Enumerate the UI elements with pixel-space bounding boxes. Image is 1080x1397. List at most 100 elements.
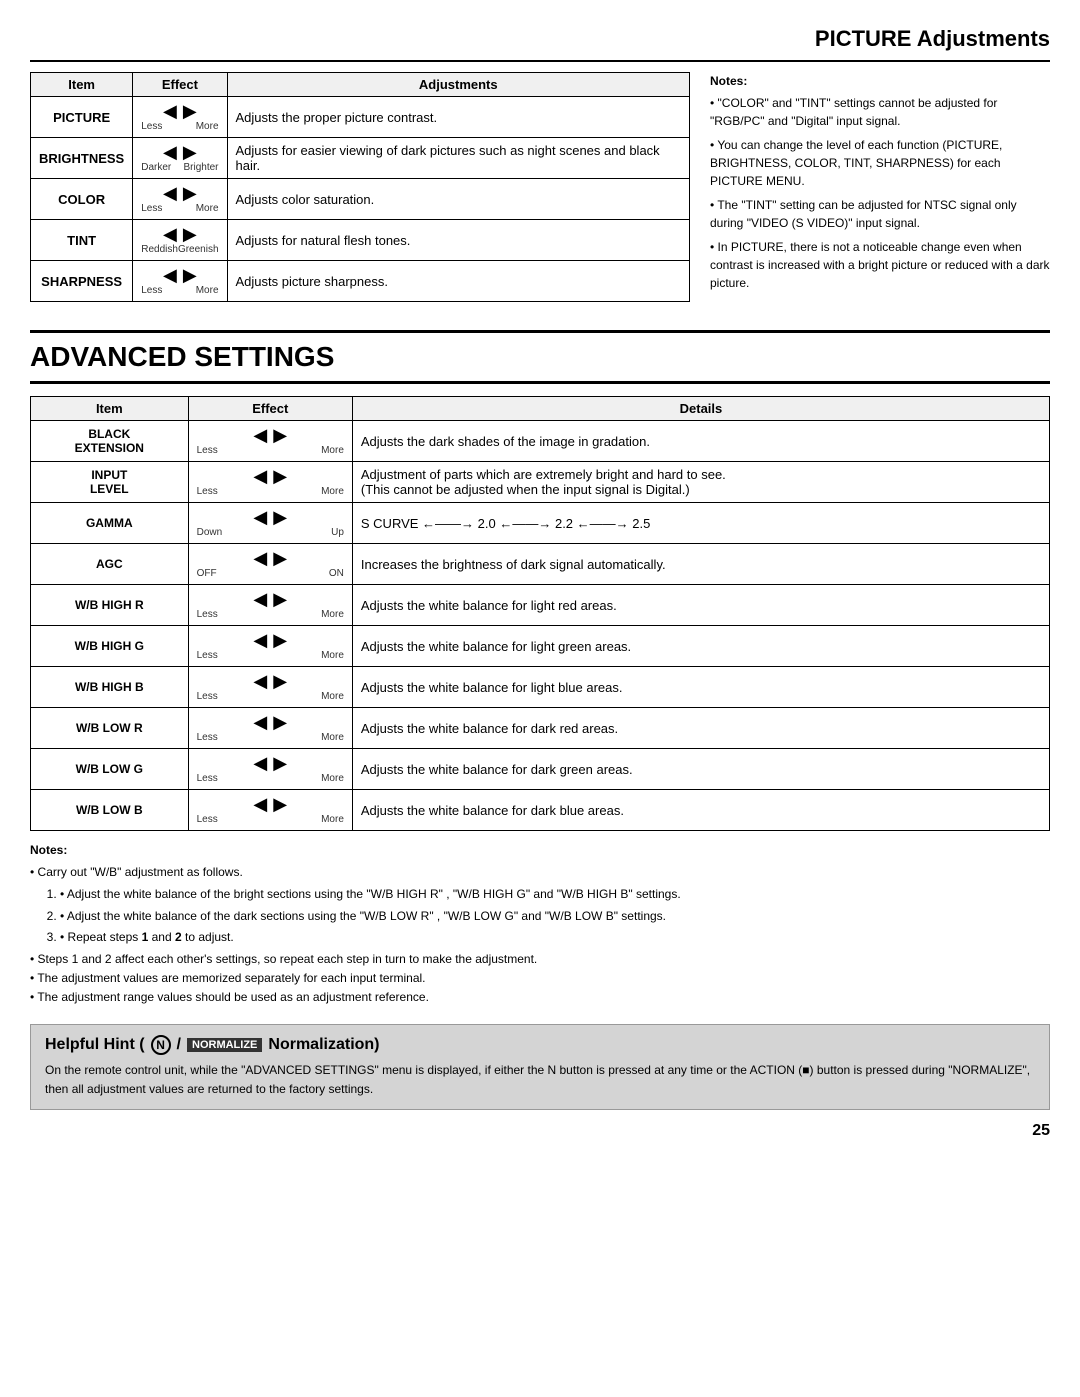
left-label: Less	[141, 203, 162, 214]
picture-note-item: The "TINT" setting can be adjusted for N…	[710, 196, 1050, 232]
picture-table-row: BRIGHTNESS◀▶DarkerBrighterAdjusts for ea…	[31, 138, 690, 179]
right-arrow-icon: ▶	[183, 266, 197, 284]
picture-notes: Notes: "COLOR" and "TINT" settings canno…	[710, 72, 1050, 298]
picture-item-cell: SHARPNESS	[31, 261, 133, 302]
picture-col-adjustments: Adjustments	[227, 73, 689, 97]
picture-item-cell: COLOR	[31, 179, 133, 220]
advanced-table-row: W/B LOW B◀▶LessMoreAdjusts the white bal…	[31, 790, 1050, 831]
right-label: More	[196, 121, 219, 132]
advanced-effect-cell: ◀▶LessMore	[188, 749, 352, 790]
advanced-table-row: W/B HIGH R◀▶LessMoreAdjusts the white ba…	[31, 585, 1050, 626]
advanced-notes-list: Carry out "W/B" adjustment as follows. A…	[30, 863, 1050, 1007]
hint-title-suffix: Normalization)	[268, 1036, 379, 1054]
left-arrow-icon: ◀	[163, 102, 177, 120]
picture-effect-cell: ◀▶LessMore	[133, 179, 227, 220]
advanced-table: Item Effect Details BLACKEXTENSION◀▶Less…	[30, 396, 1050, 831]
advanced-effect-cell: ◀▶LessMore	[188, 667, 352, 708]
right-label: Up	[331, 527, 344, 538]
advanced-notes-bullet1: Carry out "W/B" adjustment as follows. A…	[30, 863, 1050, 947]
right-label: More	[321, 445, 344, 456]
adv-col-effect: Effect	[188, 397, 352, 421]
helpful-hint-box: Helpful Hint ( N / NORMALIZE Normalizati…	[30, 1024, 1050, 1110]
advanced-item-cell: INPUTLEVEL	[31, 462, 189, 503]
picture-note-item: You can change the level of each functio…	[710, 136, 1050, 190]
advanced-notes-bullet2: Steps 1 and 2 affect each other's settin…	[30, 950, 1050, 969]
left-arrow-icon: ◀	[163, 184, 177, 202]
picture-section: PICTURE Adjustments Item Effect Adjustme…	[30, 20, 1050, 312]
advanced-details-cell: Adjusts the white balance for light blue…	[352, 667, 1049, 708]
picture-item-cell: TINT	[31, 220, 133, 261]
picture-table: Item Effect Adjustments PICTURE◀▶LessMor…	[30, 72, 690, 302]
hint-title: Helpful Hint ( N / NORMALIZE Normalizati…	[45, 1035, 1035, 1055]
picture-section-title: PICTURE Adjustments	[30, 20, 1050, 62]
picture-adjustment-cell: Adjusts color saturation.	[227, 179, 689, 220]
advanced-item-cell: W/B HIGH G	[31, 626, 189, 667]
right-arrow-icon: ▶	[183, 143, 197, 161]
right-arrow-icon: ▶	[183, 184, 197, 202]
advanced-effect-cell: ◀▶LessMore	[188, 585, 352, 626]
left-label: Less	[197, 609, 218, 620]
advanced-notes-steps: Adjust the white balance of the bright s…	[30, 885, 1050, 947]
advanced-table-row: AGC◀▶OFFONIncreases the brightness of da…	[31, 544, 1050, 585]
right-arrow-icon: ▶	[273, 590, 287, 608]
left-arrow-icon: ◀	[163, 266, 177, 284]
advanced-item-cell: W/B LOW R	[31, 708, 189, 749]
advanced-notes-bullet4: The adjustment range values should be us…	[30, 988, 1050, 1007]
right-arrow-icon: ▶	[273, 713, 287, 731]
right-label: More	[321, 732, 344, 743]
right-label: More	[321, 486, 344, 497]
right-label: Greenish	[178, 244, 219, 255]
left-arrow-icon: ◀	[253, 754, 267, 772]
advanced-item-cell: W/B LOW G	[31, 749, 189, 790]
left-label: Less	[197, 732, 218, 743]
picture-adjustment-cell: Adjusts the proper picture contrast.	[227, 97, 689, 138]
advanced-notes: Notes: Carry out "W/B" adjustment as fol…	[30, 841, 1050, 1008]
advanced-step-item: Adjust the white balance of the bright s…	[60, 885, 1050, 904]
hint-separator: /	[177, 1036, 181, 1054]
adv-col-item: Item	[31, 397, 189, 421]
left-label: Less	[197, 486, 218, 497]
picture-adjustment-cell: Adjusts for natural flesh tones.	[227, 220, 689, 261]
advanced-table-row: W/B LOW R◀▶LessMoreAdjusts the white bal…	[31, 708, 1050, 749]
left-label: Less	[197, 691, 218, 702]
advanced-details-cell: Adjusts the white balance for dark green…	[352, 749, 1049, 790]
picture-effect-cell: ◀▶LessMore	[133, 97, 227, 138]
picture-table-row: SHARPNESS◀▶LessMoreAdjusts picture sharp…	[31, 261, 690, 302]
advanced-details-cell: Adjusts the white balance for light gree…	[352, 626, 1049, 667]
advanced-step-item: Repeat steps 1 and 2 to adjust.	[60, 928, 1050, 947]
left-label: Less	[197, 773, 218, 784]
left-arrow-icon: ◀	[253, 795, 267, 813]
advanced-details-cell: S CURVE ←——→ 2.0 ←——→ 2.2 ←——→ 2.5	[352, 503, 1049, 544]
picture-table-row: PICTURE◀▶LessMoreAdjusts the proper pict…	[31, 97, 690, 138]
advanced-section: ADVANCED SETTINGS Item Effect Details BL…	[30, 330, 1050, 1008]
advanced-details-cell: Adjusts the white balance for dark blue …	[352, 790, 1049, 831]
picture-col-effect: Effect	[133, 73, 227, 97]
right-label: More	[321, 609, 344, 620]
advanced-effect-cell: ◀▶LessMore	[188, 708, 352, 749]
advanced-effect-cell: ◀▶LessMore	[188, 421, 352, 462]
right-arrow-icon: ▶	[273, 426, 287, 444]
left-label: Less	[141, 121, 162, 132]
picture-col-item: Item	[31, 73, 133, 97]
left-arrow-icon: ◀	[163, 143, 177, 161]
advanced-effect-cell: ◀▶OFFON	[188, 544, 352, 585]
normalize-badge: NORMALIZE	[187, 1038, 262, 1052]
advanced-table-row: W/B LOW G◀▶LessMoreAdjusts the white bal…	[31, 749, 1050, 790]
picture-effect-cell: ◀▶LessMore	[133, 261, 227, 302]
right-arrow-icon: ▶	[273, 754, 287, 772]
left-arrow-icon: ◀	[253, 631, 267, 649]
advanced-table-row: INPUTLEVEL◀▶LessMoreAdjustment of parts …	[31, 462, 1050, 503]
left-label: Less	[197, 814, 218, 825]
right-arrow-icon: ▶	[273, 672, 287, 690]
right-label: More	[321, 814, 344, 825]
picture-effect-cell: ◀▶DarkerBrighter	[133, 138, 227, 179]
right-arrow-icon: ▶	[273, 467, 287, 485]
left-label: OFF	[197, 568, 217, 579]
picture-table-area: Item Effect Adjustments PICTURE◀▶LessMor…	[30, 72, 690, 312]
hint-title-prefix: Helpful Hint (	[45, 1036, 145, 1054]
picture-table-row: TINT◀▶ReddishGreenishAdjusts for natural…	[31, 220, 690, 261]
picture-note-item: "COLOR" and "TINT" settings cannot be ad…	[710, 94, 1050, 130]
left-arrow-icon: ◀	[253, 672, 267, 690]
left-label: Less	[197, 650, 218, 661]
left-arrow-icon: ◀	[163, 225, 177, 243]
